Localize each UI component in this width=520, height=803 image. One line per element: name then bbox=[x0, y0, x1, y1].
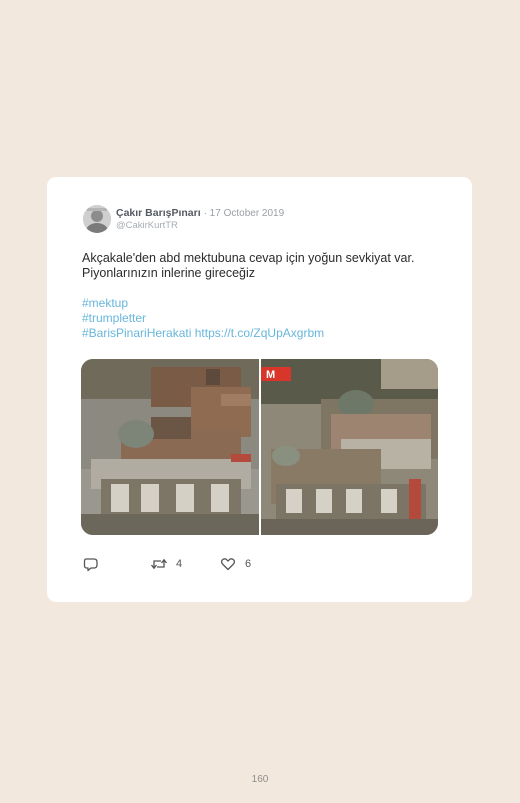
tweet-photo-right[interactable]: M bbox=[261, 359, 438, 535]
display-name[interactable]: Çakır BarışPınarı · 17 October 2019 bbox=[116, 207, 284, 219]
reply-button[interactable] bbox=[83, 557, 99, 572]
like-button[interactable]: 6 bbox=[220, 557, 251, 571]
avatar[interactable] bbox=[83, 205, 111, 233]
page-number: 160 bbox=[251, 774, 269, 785]
tweet-text: Akçakale'den abd mektubuna cevap için yo… bbox=[82, 251, 462, 281]
tweet-date[interactable]: · 17 October 2019 bbox=[204, 208, 285, 219]
tweet-text-line2: Piyonlarınızın inlerine gireceğiz bbox=[82, 266, 256, 280]
hashtag-mektup[interactable]: #mektup bbox=[82, 296, 128, 310]
tweet-actions: 4 6 bbox=[83, 557, 323, 573]
tweet-link[interactable]: https://t.co/ZqUpAxgrbm bbox=[195, 326, 324, 340]
tweet-text-line1: Akçakale'den abd mektubuna cevap için yo… bbox=[82, 251, 415, 265]
reply-icon[interactable] bbox=[83, 557, 99, 572]
tweet-card: Çakır BarışPınarı · 17 October 2019 @Cak… bbox=[47, 177, 472, 602]
display-name-text[interactable]: Çakır BarışPınarı bbox=[116, 207, 201, 219]
heart-icon[interactable] bbox=[220, 557, 236, 571]
tweet-media[interactable]: M bbox=[81, 359, 438, 535]
news-logo-text: M bbox=[266, 369, 275, 381]
tweet-photo-left[interactable] bbox=[81, 359, 259, 535]
retweet-count: 4 bbox=[176, 558, 183, 570]
retweet-icon[interactable] bbox=[150, 557, 168, 571]
user-handle[interactable]: @CakirKurtTR bbox=[116, 220, 178, 231]
hashtag-line: #BarisPinariHerakati https://t.co/ZqUpAx… bbox=[82, 326, 324, 340]
like-count: 6 bbox=[245, 558, 252, 570]
hashtag-barispinari[interactable]: #BarisPinariHerakati bbox=[82, 326, 191, 340]
hashtag-trumpletter[interactable]: #trumpletter bbox=[82, 311, 146, 325]
retweet-button[interactable]: 4 bbox=[150, 557, 182, 571]
